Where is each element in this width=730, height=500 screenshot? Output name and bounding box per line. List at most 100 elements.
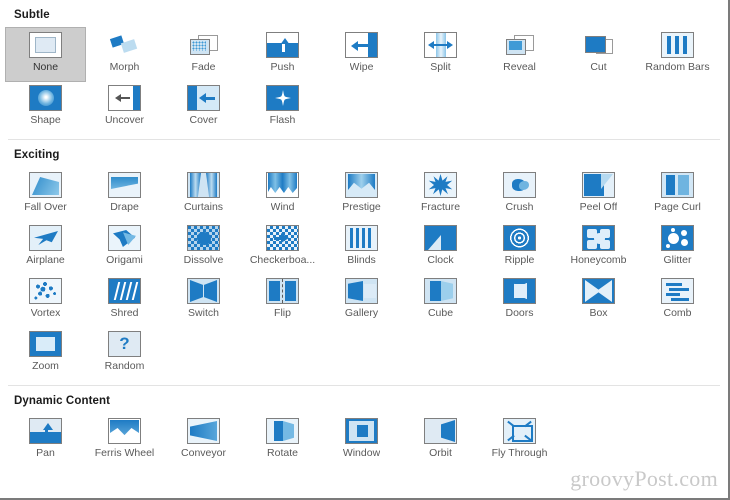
transition-window[interactable]: Window bbox=[322, 414, 401, 467]
transition-push[interactable]: Push bbox=[243, 28, 322, 81]
transition-uncover[interactable]: Uncover bbox=[85, 81, 164, 134]
morph-icon bbox=[108, 32, 141, 58]
transition-rotate[interactable]: Rotate bbox=[243, 414, 322, 467]
transition-label: Cut bbox=[590, 61, 607, 73]
transition-airplane[interactable]: Airplane bbox=[6, 221, 85, 274]
transition-zoom[interactable]: Zoom bbox=[6, 327, 85, 380]
box-icon bbox=[582, 278, 615, 304]
transition-dissolve[interactable]: Dissolve bbox=[164, 221, 243, 274]
exciting-grid: Fall Over Drape Curtains Wind Prestige F… bbox=[0, 168, 728, 380]
transition-flip[interactable]: Flip bbox=[243, 274, 322, 327]
transition-fall-over[interactable]: Fall Over bbox=[6, 168, 85, 221]
transition-label: Rotate bbox=[267, 447, 298, 459]
wind-icon bbox=[266, 172, 299, 198]
section-dynamic-content: Dynamic Content Pan Ferris Wheel Conveyo… bbox=[0, 386, 728, 467]
transition-label: Vortex bbox=[30, 307, 61, 319]
vortex-icon bbox=[29, 278, 62, 304]
transition-box[interactable]: Box bbox=[559, 274, 638, 327]
transition-gallery[interactable]: Gallery bbox=[322, 274, 401, 327]
orbit-icon bbox=[424, 418, 457, 444]
transition-split[interactable]: Split bbox=[401, 28, 480, 81]
transition-label: Fracture bbox=[420, 201, 461, 213]
transition-doors[interactable]: Doors bbox=[480, 274, 559, 327]
transition-origami[interactable]: Origami bbox=[85, 221, 164, 274]
transition-reveal[interactable]: Reveal bbox=[480, 28, 559, 81]
doors-icon bbox=[503, 278, 536, 304]
push-icon bbox=[266, 32, 299, 58]
transition-label: Morph bbox=[109, 61, 140, 73]
transition-none[interactable]: None bbox=[5, 27, 86, 82]
transition-switch[interactable]: Switch bbox=[164, 274, 243, 327]
transition-label: Pan bbox=[36, 447, 55, 459]
transition-blinds[interactable]: Blinds bbox=[322, 221, 401, 274]
transition-label: Prestige bbox=[342, 201, 381, 213]
transition-clock[interactable]: Clock bbox=[401, 221, 480, 274]
section-exciting: Exciting Fall Over Drape Curtains Wind P… bbox=[0, 140, 728, 380]
transition-honeycomb[interactable]: Honeycomb bbox=[559, 221, 638, 274]
transition-shape[interactable]: Shape bbox=[6, 81, 85, 134]
transition-curtains[interactable]: Curtains bbox=[164, 168, 243, 221]
transition-label: Shape bbox=[30, 114, 61, 126]
transition-random[interactable]: ? Random bbox=[85, 327, 164, 380]
ferris-wheel-icon bbox=[108, 418, 141, 444]
transition-label: Blinds bbox=[347, 254, 376, 266]
wipe-icon bbox=[345, 32, 378, 58]
transition-label: Airplane bbox=[26, 254, 65, 266]
transition-fracture[interactable]: Fracture bbox=[401, 168, 480, 221]
transition-label: Push bbox=[270, 61, 295, 73]
fly-through-icon bbox=[503, 418, 536, 444]
transition-fly-through[interactable]: Fly Through bbox=[480, 414, 559, 467]
transition-label: Ripple bbox=[504, 254, 535, 266]
transition-label: Cube bbox=[427, 307, 454, 319]
rotate-icon bbox=[266, 418, 299, 444]
flash-icon bbox=[266, 85, 299, 111]
transition-fade[interactable]: Fade bbox=[164, 28, 243, 81]
transition-drape[interactable]: Drape bbox=[85, 168, 164, 221]
transition-crush[interactable]: Crush bbox=[480, 168, 559, 221]
transition-random-bars[interactable]: Random Bars bbox=[638, 28, 717, 81]
transition-page-curl[interactable]: Page Curl bbox=[638, 168, 717, 221]
transition-cube[interactable]: Cube bbox=[401, 274, 480, 327]
zoom-icon bbox=[29, 331, 62, 357]
section-title-exciting: Exciting bbox=[14, 149, 60, 161]
transition-glitter[interactable]: Glitter bbox=[638, 221, 717, 274]
transition-cut[interactable]: Cut bbox=[559, 28, 638, 81]
section-title-dynamic-content: Dynamic Content bbox=[14, 395, 111, 407]
transition-shred[interactable]: Shred bbox=[85, 274, 164, 327]
transition-peel-off[interactable]: Peel Off bbox=[559, 168, 638, 221]
transition-label: Shred bbox=[110, 307, 139, 319]
dissolve-icon bbox=[187, 225, 220, 251]
transition-comb[interactable]: Comb bbox=[638, 274, 717, 327]
transition-morph[interactable]: Morph bbox=[85, 28, 164, 81]
transition-vortex[interactable]: Vortex bbox=[6, 274, 85, 327]
transition-pan[interactable]: Pan bbox=[6, 414, 85, 467]
origami-icon bbox=[108, 225, 141, 251]
drape-icon bbox=[108, 172, 141, 198]
transition-label: Orbit bbox=[429, 447, 452, 459]
transition-label: Comb bbox=[663, 307, 692, 319]
transition-ferris-wheel[interactable]: Ferris Wheel bbox=[85, 414, 164, 467]
transition-label: None bbox=[32, 61, 59, 73]
random-icon: ? bbox=[108, 331, 141, 357]
transition-wind[interactable]: Wind bbox=[243, 168, 322, 221]
honeycomb-icon bbox=[582, 225, 615, 251]
transition-label: Peel Off bbox=[579, 201, 618, 213]
transition-label: Zoom bbox=[32, 360, 59, 372]
transition-label: Window bbox=[342, 447, 381, 459]
blinds-icon bbox=[345, 225, 378, 251]
transition-label: Glitter bbox=[663, 254, 692, 266]
transition-wipe[interactable]: Wipe bbox=[322, 28, 401, 81]
transition-flash[interactable]: Flash bbox=[243, 81, 322, 134]
dynamic-content-grid: Pan Ferris Wheel Conveyor Rotate Window … bbox=[0, 414, 728, 467]
transition-label: Split bbox=[430, 61, 451, 73]
transition-prestige[interactable]: Prestige bbox=[322, 168, 401, 221]
transition-orbit[interactable]: Orbit bbox=[401, 414, 480, 467]
pan-icon bbox=[29, 418, 62, 444]
transition-checkerboard[interactable]: Checkerboa... bbox=[243, 221, 322, 274]
page-curl-icon bbox=[661, 172, 694, 198]
transition-conveyor[interactable]: Conveyor bbox=[164, 414, 243, 467]
transition-label: Page Curl bbox=[654, 201, 701, 213]
transition-cover[interactable]: Cover bbox=[164, 81, 243, 134]
transition-ripple[interactable]: Ripple bbox=[480, 221, 559, 274]
transition-label: Box bbox=[589, 307, 608, 319]
